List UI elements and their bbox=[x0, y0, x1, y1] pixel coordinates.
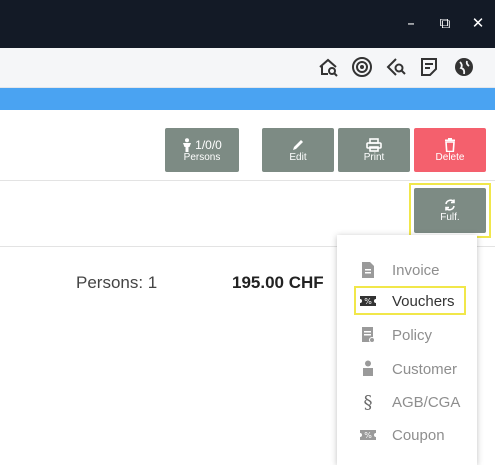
menu-item-label: Coupon bbox=[392, 426, 445, 444]
total-price: 195.00 CHF bbox=[232, 273, 324, 292]
delete-label: Delete bbox=[435, 151, 465, 163]
globe-icon[interactable] bbox=[451, 54, 477, 80]
toolbar bbox=[0, 48, 495, 88]
menu-item-policy[interactable]: Policy bbox=[337, 322, 477, 348]
edit-label: Edit bbox=[289, 151, 307, 163]
coupon-icon: % bbox=[359, 426, 377, 444]
menu-item-agb[interactable]: § AGB/CGA bbox=[337, 389, 477, 415]
close-button[interactable]: ✕ bbox=[465, 10, 491, 36]
fulfill-label: Fulf. bbox=[440, 212, 460, 223]
print-button[interactable]: Print bbox=[338, 128, 410, 172]
document-icon bbox=[359, 326, 377, 344]
menu-item-coupon[interactable]: % Coupon bbox=[337, 422, 477, 448]
persons-count: 1/0/0 bbox=[195, 137, 222, 152]
persons-summary: Persons: 1 bbox=[76, 273, 158, 292]
menu-item-label: Policy bbox=[392, 326, 433, 344]
fulfill-menu: Invoice % Vouchers Policy Customer § AGB… bbox=[337, 235, 477, 465]
bookmark-search-icon[interactable] bbox=[383, 54, 409, 80]
delete-button[interactable]: Delete bbox=[414, 128, 486, 172]
svg-text:§: § bbox=[364, 392, 373, 412]
trash-icon bbox=[445, 137, 455, 152]
person-icon bbox=[359, 360, 377, 378]
menu-item-label: Customer bbox=[392, 360, 458, 378]
home-search-icon[interactable] bbox=[315, 54, 341, 80]
menu-item-customer[interactable]: Customer bbox=[337, 356, 477, 382]
target-icon[interactable] bbox=[349, 54, 375, 80]
vouchers-highlight bbox=[354, 286, 466, 315]
notes-icon[interactable] bbox=[416, 54, 442, 80]
divider-top bbox=[0, 180, 495, 181]
persons-label: Persons bbox=[183, 151, 221, 163]
menu-item-label: Invoice bbox=[392, 261, 440, 279]
fulfill-button[interactable]: Fulf. bbox=[414, 188, 486, 233]
minimize-button[interactable]: – bbox=[398, 10, 424, 36]
persons-button[interactable]: 1/0/0 Persons bbox=[165, 128, 239, 172]
file-icon bbox=[359, 261, 377, 279]
title-bar: – ⧉ ✕ bbox=[0, 0, 495, 48]
person-icon bbox=[183, 137, 192, 152]
printer-icon bbox=[366, 137, 382, 152]
sync-icon bbox=[445, 199, 455, 211]
svg-text:%: % bbox=[364, 431, 372, 440]
maximize-button[interactable]: ⧉ bbox=[432, 10, 458, 36]
print-label: Print bbox=[363, 151, 385, 163]
menu-item-label: AGB/CGA bbox=[392, 393, 461, 411]
menu-item-invoice[interactable]: Invoice bbox=[337, 257, 477, 283]
edit-button[interactable]: Edit bbox=[262, 128, 334, 172]
accent-bar bbox=[0, 88, 495, 110]
pencil-icon bbox=[293, 139, 303, 150]
paragraph-icon: § bbox=[359, 392, 377, 412]
